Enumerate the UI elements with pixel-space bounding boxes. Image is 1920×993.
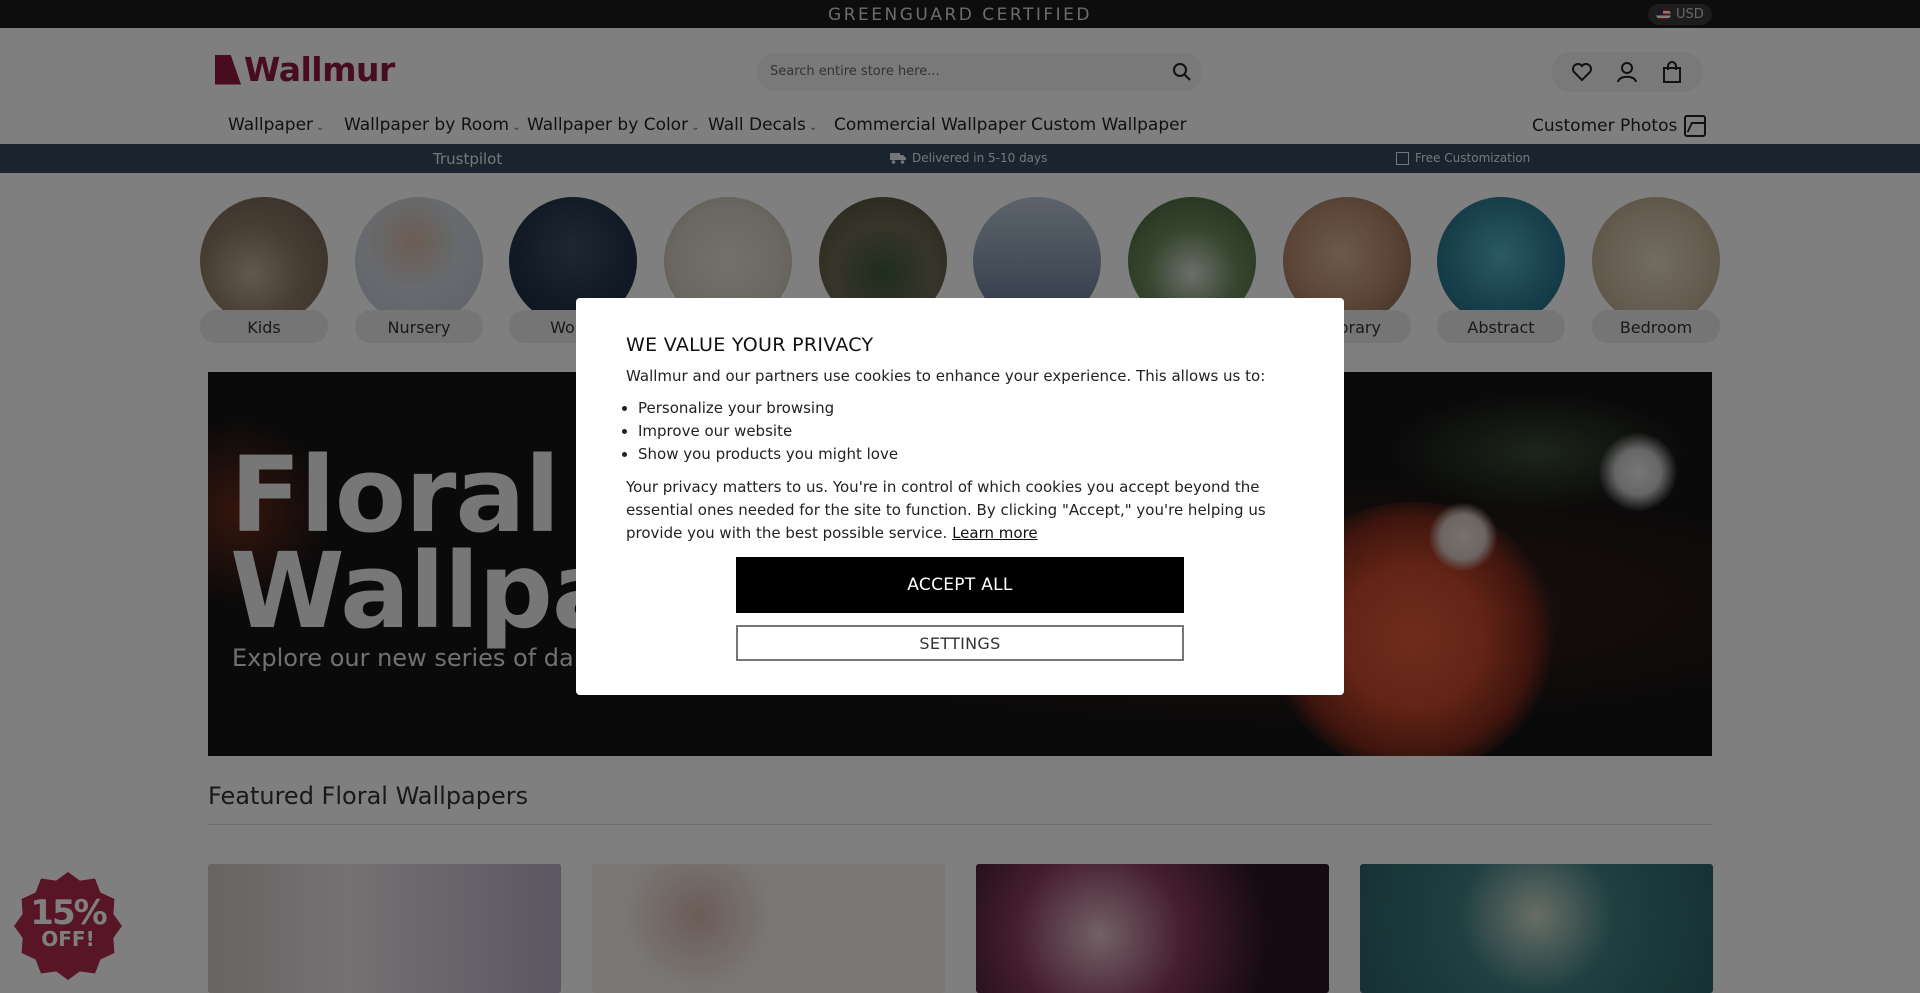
modal-title: WE VALUE YOUR PRIVACY [626, 334, 874, 356]
settings-button[interactable]: SETTINGS [736, 625, 1184, 661]
list-item: Show you products you might love [638, 443, 1294, 466]
modal-intro: Wallmur and our partners use cookies to … [626, 367, 1266, 385]
modal-body-text: Your privacy matters to us. You're in co… [626, 478, 1266, 542]
modal-body: Your privacy matters to us. You're in co… [626, 476, 1294, 545]
privacy-modal: WE VALUE YOUR PRIVACY Wallmur and our pa… [576, 298, 1344, 695]
learn-more-link[interactable]: Learn more [952, 524, 1038, 542]
modal-bullet-list: Personalize your browsing Improve our we… [626, 397, 1294, 466]
list-item: Improve our website [638, 420, 1294, 443]
accept-all-button[interactable]: ACCEPT ALL [736, 557, 1184, 613]
list-item: Personalize your browsing [638, 397, 1294, 420]
